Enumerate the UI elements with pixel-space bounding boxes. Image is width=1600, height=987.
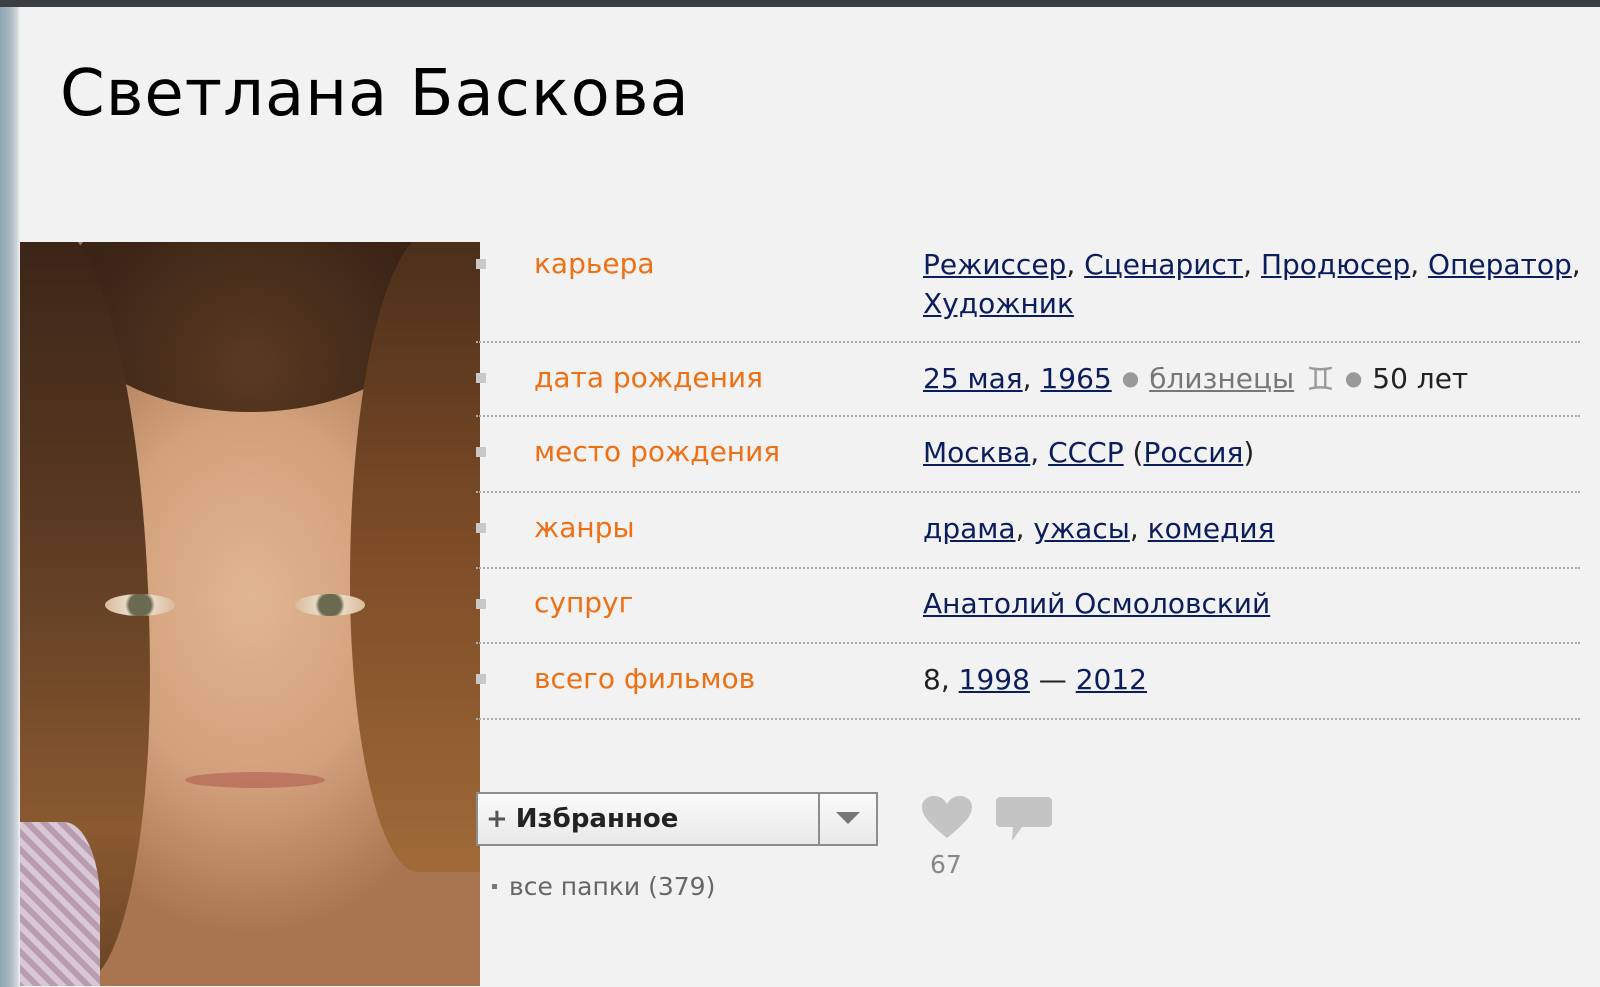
info-row-total-films: всего фильмов 8, 1998 — 2012: [476, 644, 1580, 720]
chevron-down-icon: [836, 812, 860, 824]
birth-year-link[interactable]: 1965: [1040, 362, 1111, 395]
like-count: 67: [930, 850, 962, 879]
add-to-favorites-button[interactable]: + Избранное: [478, 794, 818, 844]
films-year-to-link[interactable]: 2012: [1076, 663, 1147, 696]
info-row-career: карьера Режиссер, Сценарист, Продюсер, О…: [476, 235, 1581, 343]
total-films-value: 8, 1998 — 2012: [923, 663, 1147, 696]
genre-link-comedy[interactable]: комедия: [1148, 512, 1275, 545]
current-country-link[interactable]: Россия: [1143, 436, 1243, 469]
spouse-label: супруг: [534, 586, 634, 619]
all-folders-link[interactable]: все папки (379): [509, 872, 715, 901]
spouse-value: Анатолий Осмоловский: [923, 584, 1580, 623]
person-name: Светлана Баскова: [60, 57, 690, 131]
person-photo[interactable]: [20, 242, 480, 986]
genres-value: драма, ужасы, комедия: [923, 512, 1275, 545]
films-count: 8: [923, 663, 941, 696]
birth-date-label: дата рождения: [534, 361, 763, 394]
separator-dot: ●: [1121, 366, 1140, 390]
row-bullet: [476, 674, 486, 684]
age-text: 50 лет: [1372, 362, 1469, 395]
career-link-screenwriter[interactable]: Сценарист: [1084, 248, 1243, 281]
person-info-table: карьера Режиссер, Сценарист, Продюсер, О…: [476, 235, 1581, 720]
genre-link-horror[interactable]: ужасы: [1033, 512, 1129, 545]
birth-day-month-link[interactable]: 25 мая: [923, 362, 1023, 395]
career-link-director[interactable]: Режиссер: [923, 248, 1066, 281]
favorites-label: Избранное: [515, 804, 679, 834]
row-bullet: [476, 523, 486, 533]
gemini-icon[interactable]: ♊: [1306, 360, 1335, 398]
left-edge-strip: [0, 7, 20, 987]
like-button[interactable]: [922, 796, 972, 844]
birth-city-link[interactable]: Москва: [923, 436, 1030, 469]
info-row-birth-date: дата рождения 25 мая, 1965 ● близнецы ♊ ● 50 …: [476, 343, 1580, 417]
comment-button[interactable]: [996, 797, 1052, 847]
birth-place-label: место рождения: [534, 435, 781, 468]
films-year-from-link[interactable]: 1998: [959, 663, 1030, 696]
genres-label: жанры: [534, 511, 635, 544]
total-films-label: всего фильмов: [534, 662, 756, 695]
plus-icon: +: [486, 804, 508, 834]
row-bullet: [476, 447, 486, 457]
info-row-genres: жанры драма, ужасы, комедия: [476, 493, 1580, 569]
heart-icon: [922, 796, 972, 838]
spouse-link[interactable]: Анатолий Осмоловский: [923, 587, 1270, 620]
birth-country-link[interactable]: СССР: [1048, 436, 1124, 469]
genre-link-drama[interactable]: драма: [923, 512, 1016, 545]
career-value: Режиссер, Сценарист, Продюсер, Оператор,…: [923, 248, 1581, 320]
favorites-dropdown-toggle[interactable]: [820, 794, 876, 844]
info-row-birth-place: место рождения Москва, СССР (Россия): [476, 417, 1580, 493]
all-folders-link-wrap: все папки (379): [492, 872, 715, 901]
comment-icon: [996, 797, 1052, 841]
zodiac-link[interactable]: близнецы: [1149, 362, 1294, 395]
top-bar: [0, 0, 1600, 7]
career-link-producer[interactable]: Продюсер: [1261, 248, 1410, 281]
bullet-square: [492, 884, 497, 889]
row-bullet: [476, 599, 486, 609]
birth-date-value: 25 мая, 1965 ● близнецы ♊ ● 50 лет: [923, 360, 1469, 398]
birth-place-value: Москва, СССР (Россия): [923, 436, 1255, 469]
row-bullet: [476, 259, 486, 269]
favorites-dropdown: + Избранное: [476, 792, 878, 846]
career-label: карьера: [534, 247, 655, 280]
separator-dot: ●: [1344, 366, 1363, 390]
info-row-spouse: супруг Анатолий Осмоловский: [476, 569, 1580, 644]
career-link-artist[interactable]: Художник: [923, 287, 1074, 320]
row-bullet: [476, 373, 486, 383]
career-link-cameraman[interactable]: Оператор: [1428, 248, 1572, 281]
